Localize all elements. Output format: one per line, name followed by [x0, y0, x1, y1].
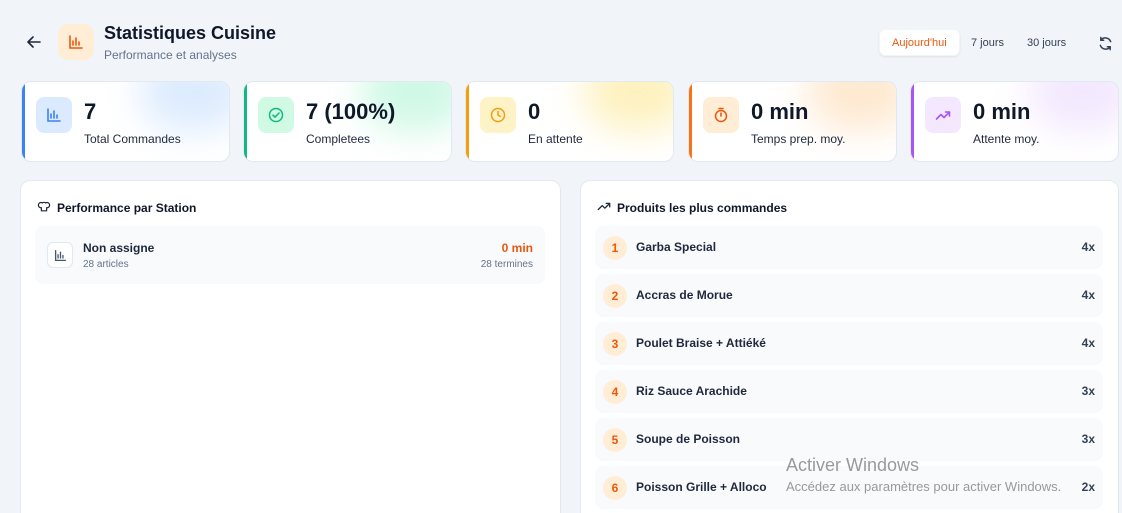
stat-value: 7: [84, 99, 97, 124]
clock-icon: [480, 97, 516, 133]
stat-value: 0 min: [751, 99, 809, 124]
product-count: 3x: [1081, 432, 1095, 446]
stat-label: Completees: [306, 132, 371, 146]
panel-title: Performance par Station: [57, 200, 197, 215]
station-row[interactable]: Non assigne 28 articles 0 min 28 termine…: [35, 226, 545, 284]
product-count: 4x: [1081, 240, 1095, 254]
rank-badge: 5: [603, 428, 627, 452]
stat-label: En attente: [528, 132, 583, 146]
station-articles: 28 articles: [83, 259, 129, 270]
panel-header: Performance par Station: [37, 199, 196, 216]
stat-value: 0: [528, 99, 541, 124]
station-time: 0 min: [501, 241, 533, 255]
product-name: Riz Sauce Arachide: [636, 384, 747, 398]
range-7-days-button[interactable]: 7 jours: [959, 29, 1016, 56]
timer-icon: [703, 97, 739, 133]
refresh-icon[interactable]: [1095, 33, 1115, 53]
windows-activation-watermark: Activer Windows Accédez aux paramètres p…: [786, 455, 1061, 494]
stat-card-total-orders: 7 Total Commandes: [21, 81, 230, 162]
check-circle-icon: [258, 97, 294, 133]
stat-card-wait-time: 0 min Attente moy.: [910, 81, 1119, 162]
trend-up-icon: [925, 97, 961, 133]
station-performance-panel: Performance par Station Non assigne 28 a…: [20, 180, 561, 513]
back-arrow-icon[interactable]: [24, 32, 44, 52]
bar-chart-icon: [47, 242, 73, 268]
panel-title: Produits les plus commandes: [617, 200, 788, 215]
product-row[interactable]: 2 Accras de Morue 4x: [595, 274, 1103, 317]
rank-badge: 1: [603, 236, 627, 260]
trend-up-icon: [597, 199, 611, 216]
product-row[interactable]: 1 Garba Special 4x: [595, 226, 1103, 269]
bar-chart-icon: [58, 24, 94, 60]
stat-card-pending: 0 En attente: [465, 81, 674, 162]
page-subtitle: Performance et analyses: [104, 48, 237, 62]
panel-header: Produits les plus commandes: [597, 199, 787, 216]
stat-label: Temps prep. moy.: [751, 132, 846, 146]
chef-hat-icon: [37, 199, 51, 216]
stat-label: Total Commandes: [84, 132, 181, 146]
stat-label: Attente moy.: [973, 132, 1040, 146]
rank-badge: 4: [603, 380, 627, 404]
product-name: Poulet Braise + Attiéké: [636, 336, 766, 350]
watermark-subtitle: Accédez aux paramètres pour activer Wind…: [786, 479, 1062, 494]
page-title: Statistiques Cuisine: [104, 23, 277, 43]
product-name: Accras de Morue: [636, 288, 733, 302]
stat-value: 0 min: [973, 99, 1031, 124]
range-30-days-button[interactable]: 30 jours: [1015, 29, 1078, 56]
product-name: Poisson Grille + Alloco: [636, 480, 767, 494]
rank-badge: 2: [603, 284, 627, 308]
product-row[interactable]: 3 Poulet Braise + Attiéké 4x: [595, 322, 1103, 365]
stat-card-prep-time: 0 min Temps prep. moy.: [688, 81, 897, 162]
rank-badge: 6: [603, 476, 627, 500]
page-header: Statistiques Cuisine Performance et anal…: [0, 0, 1122, 82]
station-name: Non assigne: [83, 241, 155, 255]
product-count: 3x: [1081, 384, 1095, 398]
product-count: 4x: [1081, 288, 1095, 302]
stat-value: 7 (100%): [306, 99, 396, 124]
product-name: Garba Special: [636, 240, 717, 254]
stat-card-completed: 7 (100%) Completees: [243, 81, 452, 162]
station-done-count: 28 termines: [480, 259, 533, 270]
product-row[interactable]: 4 Riz Sauce Arachide 3x: [595, 370, 1103, 413]
product-count: 2x: [1081, 480, 1095, 494]
watermark-title: Activer Windows: [786, 455, 920, 475]
bar-chart-icon: [36, 97, 72, 133]
range-today-button[interactable]: Aujourd'hui: [879, 29, 960, 56]
product-count: 4x: [1081, 336, 1095, 350]
rank-badge: 3: [603, 332, 627, 356]
product-name: Soupe de Poisson: [636, 432, 741, 446]
